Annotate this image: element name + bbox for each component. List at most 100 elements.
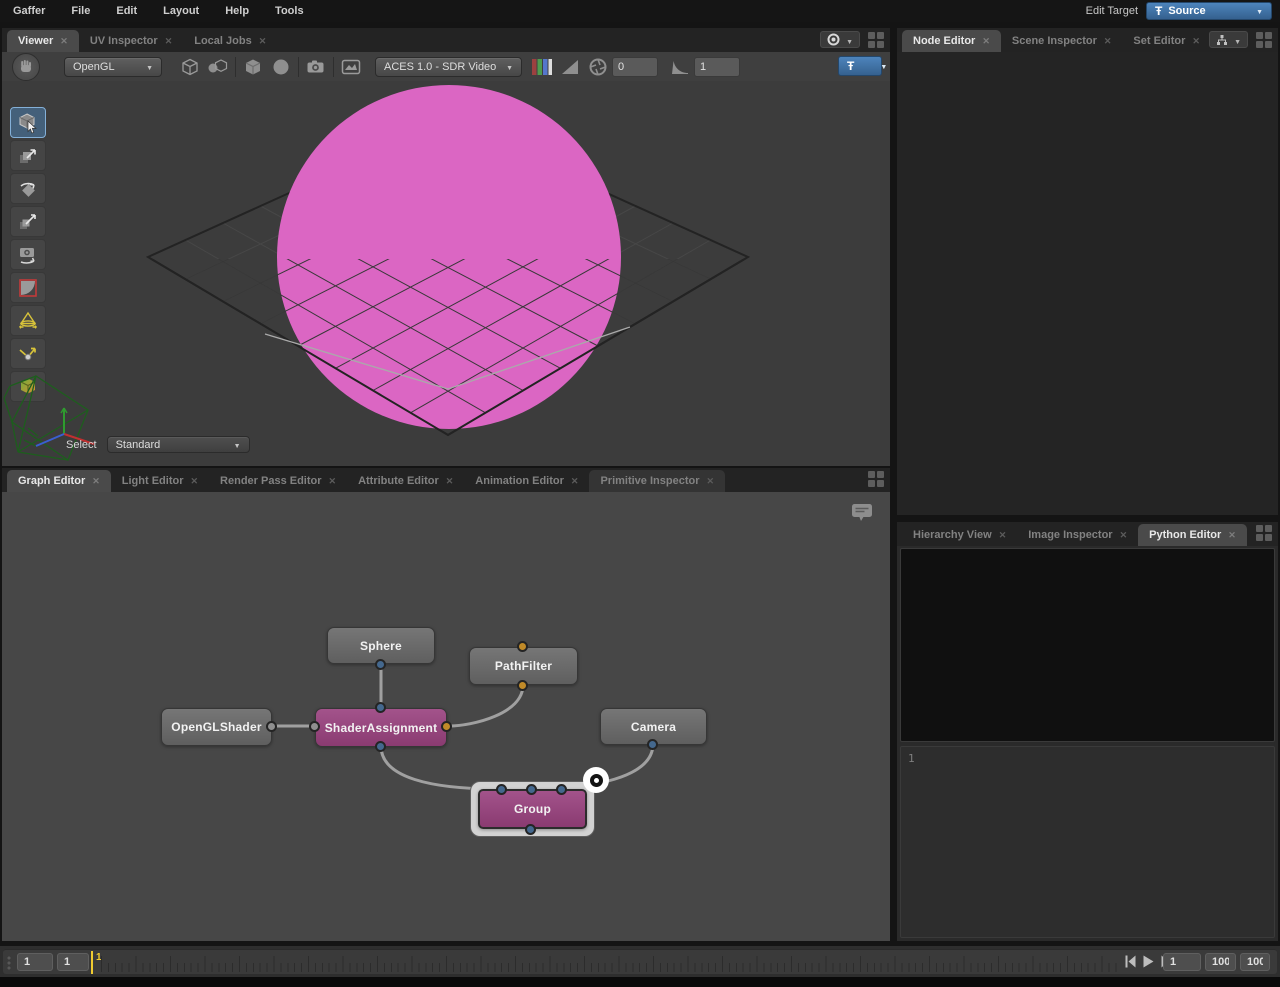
node-graph[interactable]: Sphere PathFilter OpenGLShader ShaderAss… (2, 492, 890, 941)
play-button[interactable] (1143, 955, 1154, 968)
port-shaderassignment-shader-in[interactable] (309, 721, 320, 732)
port-shaderassignment-filter-in[interactable] (441, 721, 452, 732)
close-tab-icon[interactable] (191, 476, 199, 487)
scale-tool[interactable] (10, 206, 46, 237)
node-group[interactable]: Group (478, 789, 587, 829)
menu-help[interactable]: Help (212, 0, 262, 22)
port-shaderassignment-out[interactable] (375, 741, 386, 752)
solid-cube-button[interactable] (239, 55, 267, 79)
close-tab-icon[interactable] (259, 36, 267, 47)
tab-image-inspector[interactable]: Image Inspector (1017, 524, 1138, 546)
channel-select-button[interactable] (528, 55, 556, 79)
tab-graph-editor[interactable]: Graph Editor (7, 470, 111, 492)
python-output-area[interactable] (900, 548, 1275, 742)
light-tool[interactable] (10, 305, 46, 336)
translate-tool[interactable] (10, 140, 46, 171)
tab-render-pass-editor[interactable]: Render Pass Editor (209, 470, 347, 492)
sphere-object[interactable] (277, 85, 621, 429)
layout-menu-icon[interactable] (1256, 525, 1272, 541)
tab-node-editor[interactable]: Node Editor (902, 30, 1001, 52)
close-tab-icon[interactable] (571, 476, 579, 487)
port-group-in2[interactable] (556, 784, 567, 795)
tab-uv-inspector[interactable]: UV Inspector (79, 30, 183, 52)
close-tab-icon[interactable] (329, 476, 337, 487)
close-tab-icon[interactable] (60, 36, 68, 47)
renderer-dropdown[interactable]: OpenGL (64, 57, 162, 77)
layout-menu-icon[interactable] (868, 32, 884, 48)
aperture-button[interactable] (584, 55, 612, 79)
close-tab-icon[interactable] (165, 36, 173, 47)
port-group-in0[interactable] (496, 784, 507, 795)
light-position-tool[interactable] (10, 338, 46, 369)
tab-animation-editor[interactable]: Animation Editor (464, 470, 589, 492)
menu-file[interactable]: File (58, 0, 103, 22)
skip-to-start-button[interactable] (1125, 955, 1136, 968)
tab-viewer[interactable]: Viewer (7, 30, 79, 52)
tab-local-jobs[interactable]: Local Jobs (183, 30, 277, 52)
close-tab-icon[interactable] (1228, 530, 1236, 541)
port-sphere-out[interactable] (375, 659, 386, 670)
port-shaderassignment-in[interactable] (375, 702, 386, 713)
close-tab-icon[interactable] (982, 36, 990, 47)
display-transform-dropdown[interactable]: ACES 1.0 - SDR Video (375, 57, 522, 77)
close-tab-icon[interactable] (1104, 36, 1112, 47)
current-frame-field[interactable] (1163, 953, 1201, 971)
tab-primitive-inspector[interactable]: Primitive Inspector (589, 470, 725, 492)
playhead[interactable] (91, 951, 93, 974)
exposure-field[interactable] (612, 57, 658, 77)
shaded-sphere-button[interactable] (267, 55, 295, 79)
close-tab-icon[interactable] (707, 476, 715, 487)
gamma-button[interactable] (666, 55, 694, 79)
tab-set-editor[interactable]: Set Editor (1122, 30, 1211, 52)
camera-mode-button[interactable] (12, 53, 40, 81)
rotate-tool[interactable] (10, 173, 46, 204)
layout-menu-icon[interactable] (868, 471, 884, 487)
select-mode-dropdown[interactable]: Standard (107, 436, 250, 453)
select-objects-button[interactable] (204, 55, 232, 79)
wireframe-cube-button[interactable] (176, 55, 204, 79)
menu-gaffer[interactable]: Gaffer (0, 0, 58, 22)
port-openglshader-out[interactable] (266, 721, 277, 732)
camera-tool[interactable] (10, 239, 46, 270)
tab-python-editor[interactable]: Python Editor (1138, 524, 1247, 546)
select-tool[interactable] (10, 107, 46, 138)
camera-settings-button[interactable] (302, 55, 330, 79)
range-end-field[interactable] (1240, 953, 1270, 971)
python-input-area[interactable]: 1 (900, 746, 1275, 938)
port-camera-out[interactable] (647, 739, 658, 750)
gamma-field[interactable] (694, 57, 740, 77)
port-pathfilter-out[interactable] (517, 680, 528, 691)
port-group-out[interactable] (525, 824, 536, 835)
menu-layout[interactable]: Layout (150, 0, 212, 22)
layout-menu-icon[interactable] (1256, 32, 1272, 48)
tab-hierarchy-view[interactable]: Hierarchy View (902, 524, 1017, 546)
viewer-settings-button[interactable] (820, 31, 860, 48)
viewer-viewport[interactable]: Select Standard (2, 81, 890, 466)
node-editor-settings-button[interactable] (1209, 31, 1248, 48)
edit-target-dropdown[interactable]: Ŧ Source (1146, 2, 1272, 20)
crop-display-button[interactable] (337, 55, 365, 79)
chevron-down-icon (506, 61, 513, 73)
viewer-panel: Viewer UV Inspector Local Jobs (2, 28, 890, 466)
port-pathfilter-in[interactable] (517, 641, 528, 652)
timeline-grip[interactable] (7, 956, 14, 970)
port-group-in1[interactable] (526, 784, 537, 795)
crop-window-tool[interactable] (10, 272, 46, 303)
tab-light-editor[interactable]: Light Editor (111, 470, 209, 492)
tab-attribute-editor[interactable]: Attribute Editor (347, 470, 464, 492)
close-tab-icon[interactable] (1120, 530, 1128, 541)
tab-scene-inspector[interactable]: Scene Inspector (1001, 30, 1123, 52)
range-soft-start-field[interactable] (57, 953, 89, 971)
range-soft-end-field[interactable] (1205, 953, 1236, 971)
close-tab-icon[interactable] (446, 476, 454, 487)
close-tab-icon[interactable] (999, 530, 1007, 541)
close-tab-icon[interactable] (1192, 36, 1200, 47)
menu-tools[interactable]: Tools (262, 0, 317, 22)
node-openglshader[interactable]: OpenGLShader (161, 708, 272, 746)
menu-edit[interactable]: Edit (103, 0, 150, 22)
close-tab-icon[interactable] (92, 476, 100, 487)
focus-indicator[interactable] (583, 767, 609, 793)
exposure-button[interactable] (556, 55, 584, 79)
viewer-edit-scope-dropdown[interactable]: Ŧ (838, 56, 882, 76)
range-start-field[interactable] (17, 953, 53, 971)
